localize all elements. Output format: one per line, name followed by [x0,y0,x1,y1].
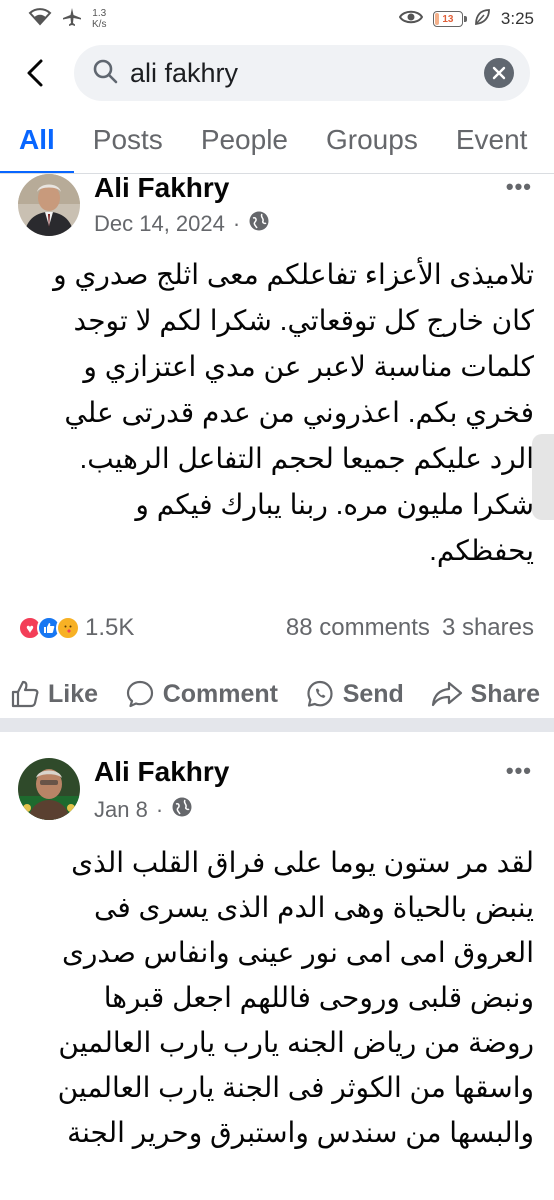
network-speed: 1.3 K/s [92,8,106,30]
like-button[interactable]: Like [10,679,98,709]
post-meta: Jan 8 · [94,796,193,824]
network-speed-unit: K/s [92,19,107,30]
tab-groups[interactable]: Groups [307,106,437,173]
wifi-icon [28,8,52,30]
comment-count[interactable]: 88 comments [286,614,430,642]
network-speed-value: 1.3 [92,8,107,19]
comment-button[interactable]: Comment [125,679,278,709]
search-icon [92,58,118,89]
avatar[interactable] [18,758,80,820]
chevron-left-icon [27,59,43,87]
reactions-summary[interactable]: ♥ 1.5K [18,614,134,642]
back-button[interactable] [0,44,70,102]
post-header: Ali Fakhry Dec 14, 2024 · ••• [0,172,554,242]
tab-posts[interactable]: Posts [74,106,182,173]
author-name[interactable]: Ali Fakhry [94,172,229,204]
reaction-icons: ♥ [18,616,80,640]
share-count[interactable]: 3 shares [442,614,534,642]
share-button[interactable]: Share [431,679,540,709]
comment-label: Comment [162,679,279,708]
tab-people[interactable]: People [182,106,307,173]
post-header: Ali Fakhry Jan 8 · ••• [0,732,554,822]
eye-icon [398,9,424,29]
post-meta: Dec 14, 2024 · [94,210,270,238]
share-label: Share [470,679,540,708]
scrollbar-thumb[interactable] [532,434,554,520]
search-header: ali fakhry [0,44,554,102]
avatar[interactable] [18,174,80,236]
tab-events[interactable]: Event [437,106,547,173]
search-filter-tabs: All Posts People Groups Event [0,106,554,174]
post-date[interactable]: Dec 14, 2024 [94,211,225,237]
send-button[interactable]: Send [305,679,404,709]
engagement-counts: 88 comments 3 shares [286,614,534,642]
post-actions: Like Comment Send Share [0,670,554,718]
clock-time: 3:25 [500,9,534,28]
battery-fill [434,13,439,25]
like-label: Like [48,679,99,708]
post-date[interactable]: Jan 8 [94,797,148,823]
tab-all[interactable]: All [0,106,74,173]
meta-separator: · [155,797,164,822]
thumbs-up-icon [11,680,39,708]
more-options-button[interactable]: ••• [506,174,532,200]
search-query[interactable]: ali fakhry [130,58,484,89]
post-card: Ali Fakhry Jan 8 · ••• لقد مر ستون يوما … [0,732,554,1200]
battery-level: 13 [442,13,454,25]
search-input[interactable]: ali fakhry [74,45,530,101]
airplane-icon [62,7,82,31]
status-left: 1.3 K/s [28,7,106,31]
globe-icon [171,796,193,824]
more-options-button[interactable]: ••• [506,758,532,784]
post-text: لقد مر ستون يوما على فراق القلب الذى ينب… [57,847,534,1148]
status-right: 13 3:25 [398,8,534,30]
care-reaction-icon [56,616,80,640]
battery-icon: 13 [432,11,467,27]
leaf-icon [473,8,491,30]
status-bar: 1.3 K/s 13 3:25 [0,0,554,38]
author-name[interactable]: Ali Fakhry [94,756,229,788]
close-icon [492,66,506,80]
globe-icon [248,210,270,238]
whatsapp-icon [307,680,333,707]
meta-separator: · [232,211,241,236]
post-text: تلاميذى الأعزاء تفاعلكم معى اثلج صدري و … [53,259,534,566]
reaction-count: 1.5K [85,614,135,641]
clear-search-button[interactable] [484,58,514,88]
post-card: Ali Fakhry Dec 14, 2024 · ••• تلاميذى ال… [0,172,554,718]
share-arrow-icon [431,681,462,707]
comment-bubble-icon [126,680,153,708]
send-label: Send [342,679,404,708]
post-divider [0,718,554,732]
post-stats: ♥ 1.5K 88 comments 3 shares [18,614,534,642]
